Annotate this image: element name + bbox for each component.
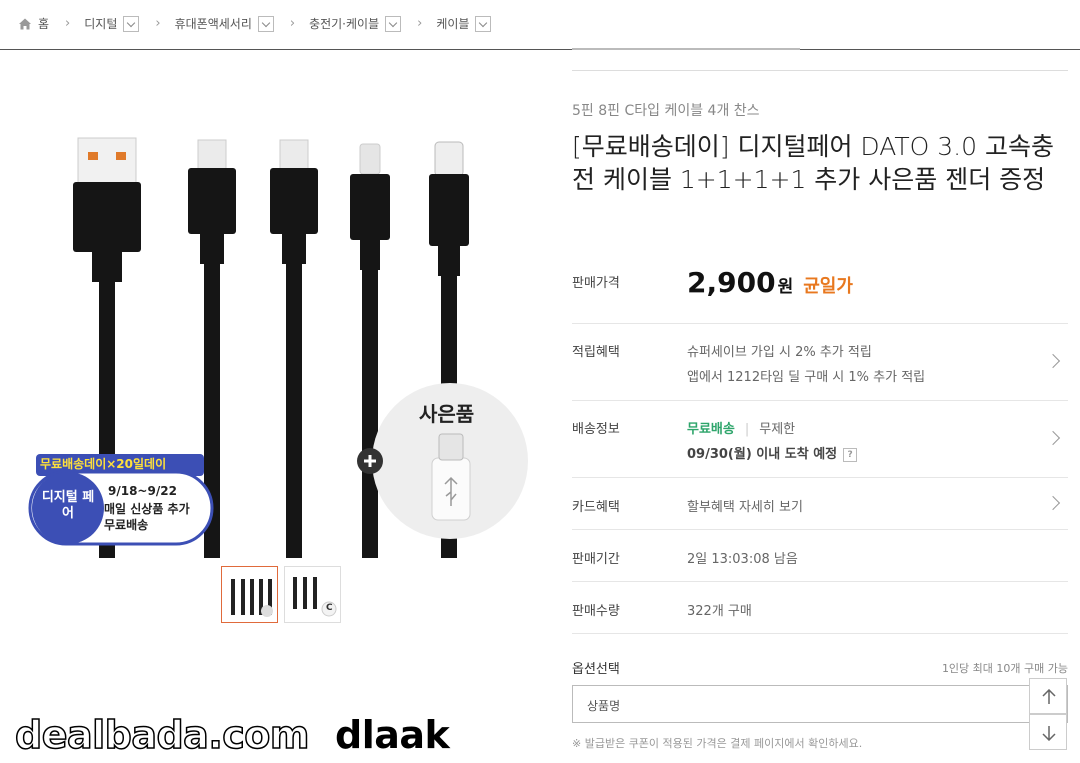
chevron-down-icon[interactable] [385,15,402,32]
option-limit: 1인당 최대 10개 구매 가능 [941,662,1068,675]
chevron-right-icon[interactable] [1045,353,1061,369]
scroll-down-button[interactable] [1029,714,1067,750]
card-label: 카드혜택 [572,500,620,515]
chevron-right-icon[interactable] [1045,495,1061,511]
breadcrumb-item-digital[interactable]: 디지털 [84,15,117,32]
breadcrumb-home[interactable]: 홈 [38,15,49,32]
thumbnail-list: C [221,566,341,623]
thumbnail-1[interactable] [221,566,278,623]
product-main-image: 사은품 무료배송데이×20일데이 디지털 페어 9/18~9/22 매일 신상품… [28,118,533,558]
home-icon[interactable] [18,17,32,31]
option-label: 옵션선택 [572,662,620,677]
chevron-right-icon[interactable] [1045,430,1061,446]
product-subtitle: 5핀 8핀 C타입 케이블 4개 찬스 [572,103,760,119]
arrow-up-icon [1042,689,1056,704]
card-row[interactable]: 카드혜택 할부혜택 자세히 보기 [572,478,1068,530]
chevron-down-icon[interactable] [257,15,274,32]
divider [572,70,1068,71]
period-label: 판매기간 [572,552,620,567]
period-value: 2일 13:03:08 남음 [687,552,798,567]
shipping-label: 배송정보 [572,422,620,437]
watermark-user: dlaak [335,713,450,757]
tab-underline [572,48,800,50]
banner-title: 무료배송데이×20일데이 [40,457,167,471]
gift-label: 사은품 [419,402,475,426]
option-placeholder: 상품명 [587,699,621,713]
arrival-date: 09/30(월) 이내 도착 예정 [687,447,838,462]
price-unit: 원 [777,277,794,297]
shipping-arrival: 09/30(월) 이내 도착 예정? [687,443,858,462]
watermark: dealbada.com dlaak [14,712,450,758]
quantity-label: 판매수량 [572,604,620,619]
chevron-right-icon: › [417,16,423,31]
chevron-right-icon: › [289,16,296,31]
price-number: 2,900 [687,266,776,299]
price-value: 2,900 원 균일가 [687,266,853,299]
shipping-unlimited: 무제한 [759,422,796,437]
price-tag: 균일가 [803,276,853,297]
arrow-down-icon [1042,726,1056,741]
card-value[interactable]: 할부혜택 자세히 보기 [687,496,803,515]
breadcrumb-item-chargers[interactable]: 충전기·케이블 [309,15,379,32]
points-line-1: 슈퍼세이브 가입 시 2% 추가 적립 [687,345,872,360]
chevron-right-icon: › [155,16,161,31]
banner-circle-text: 디지털 페어 [41,490,95,521]
price-label: 판매가격 [572,276,620,291]
product-title: [무료배송데이] 디지털페어 DATO 3.0 고속충전 케이블 1+1+1+1… [572,132,1054,194]
quantity-row: 판매수량 322개 구매 [572,582,1068,634]
period-row: 판매기간 2일 13:03:08 남음 [572,530,1068,582]
banner-date: 9/18~9/22 [108,484,177,498]
divider: | [744,422,750,437]
breadcrumb-bar: 홈 › 디지털 › 휴대폰액세서리 › 충전기·케이블 › 케이블 [0,0,1080,50]
shipping-row[interactable]: 배송정보 무료배송 | 무제한 09/30(월) 이내 도착 예정? [572,401,1068,478]
breadcrumb-item-cable[interactable]: 케이블 [436,15,469,32]
breadcrumb: 홈 › 디지털 › 휴대폰액세서리 › 충전기·케이블 › 케이블 [18,15,492,32]
scroll-up-button[interactable] [1029,678,1067,714]
points-label: 적립혜택 [572,345,620,360]
chevron-down-icon[interactable] [123,15,140,32]
banner-line-new: 매일 신상품 추가 [104,502,190,516]
usb-c-badge: C [326,603,333,613]
chevron-right-icon: › [65,16,71,31]
watermark-site: dealbada.com [14,712,310,758]
micro-usb-cable-icon [270,139,318,558]
shipping-type: 무료배송 | 무제한 [687,418,795,437]
thumbnail-2[interactable]: C [284,566,341,623]
quantity-value: 322개 구매 [687,604,752,619]
points-line-2: 앱에서 1212타임 딜 구매 시 1% 추가 적립 [687,370,926,385]
points-row[interactable]: 적립혜택 슈퍼세이브 가입 시 2% 추가 적립 앱에서 1212타임 딜 구매… [572,324,1068,401]
help-icon[interactable]: ? [843,447,858,462]
banner-line-free: 무료배송 [104,518,149,532]
option-select[interactable]: 상품명 [572,685,1068,723]
free-shipping: 무료배송 [687,422,735,437]
breadcrumb-item-phone-accessories[interactable]: 휴대폰액세서리 [175,15,252,32]
coupon-notice: ※ 발급받은 쿠폰이 적용된 가격은 결제 페이지에서 확인하세요. [572,737,863,750]
chevron-down-icon[interactable] [475,15,492,32]
